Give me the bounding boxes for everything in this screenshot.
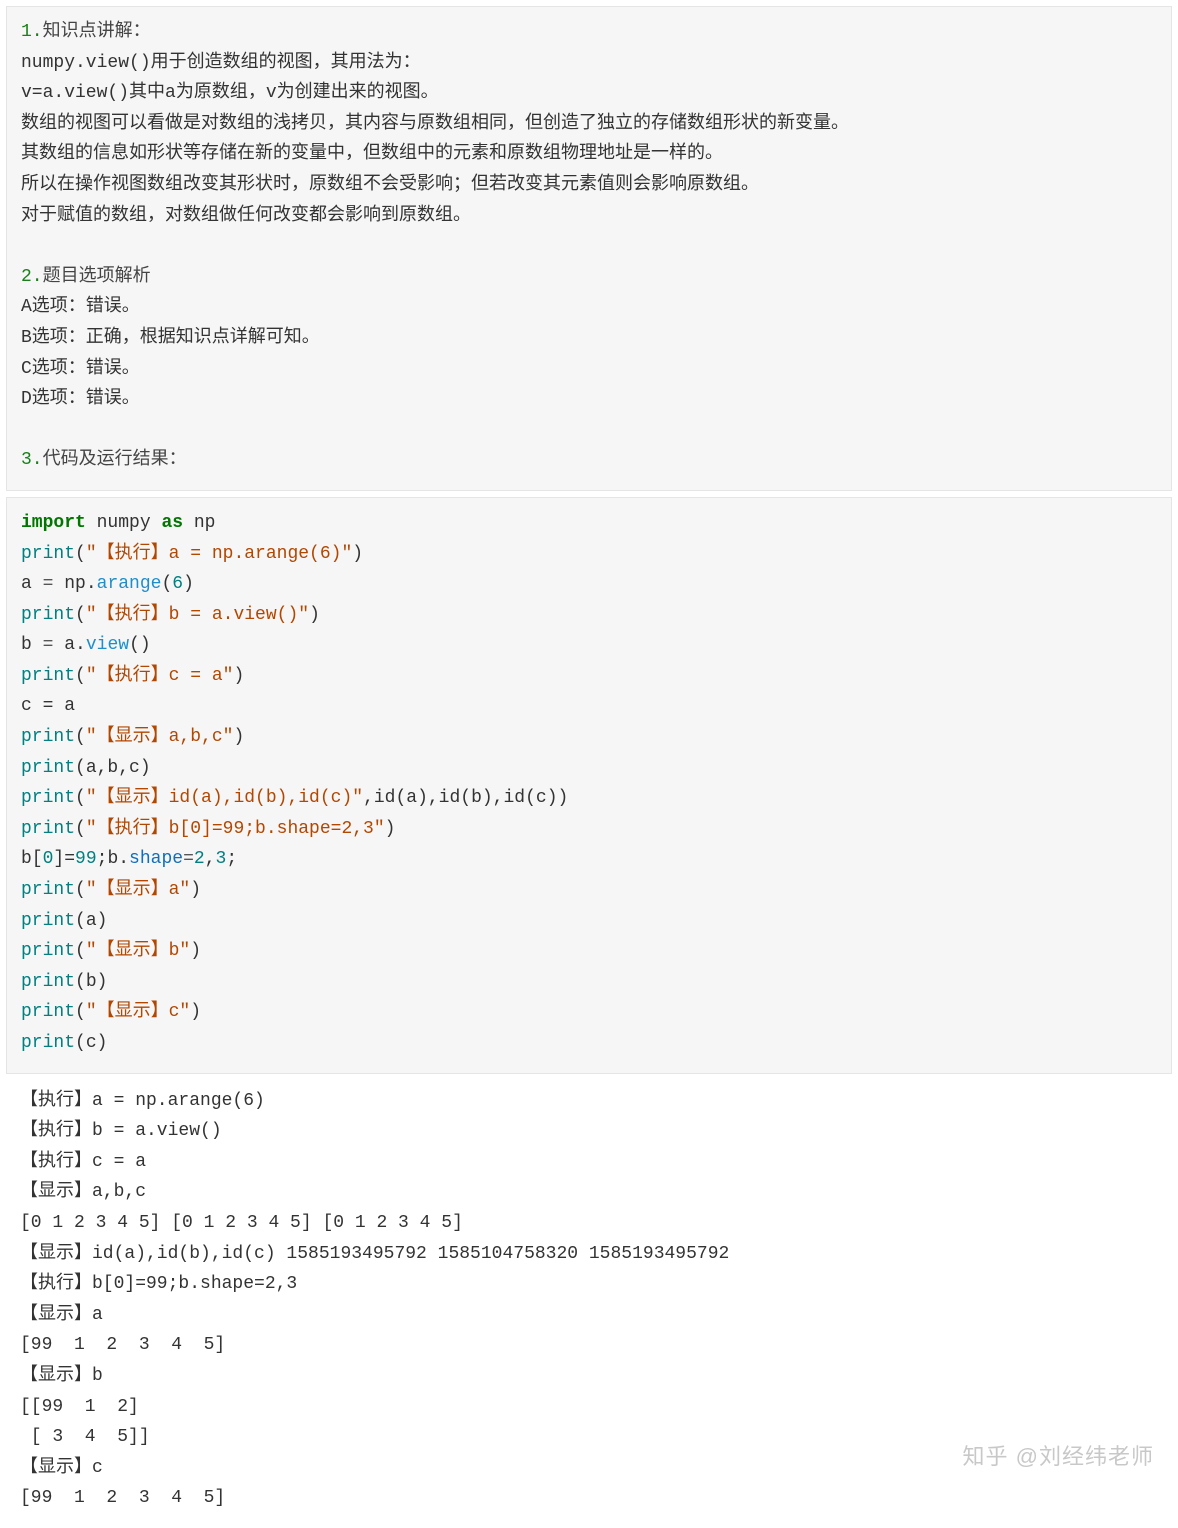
fn-print: print xyxy=(21,911,75,931)
fn-print: print xyxy=(21,788,75,808)
section1-number: 1. xyxy=(21,22,43,42)
output-line: [[99 1 2] xyxy=(20,1397,139,1417)
section1-line: 数组的视图可以看做是对数组的浅拷贝，其内容与原数组相同，但创造了独立的存储数组形… xyxy=(21,114,849,134)
section3-title: 代码及运行结果： xyxy=(43,450,187,470)
output-line: 【执行】b = a.view() xyxy=(20,1121,222,1141)
fn-print: print xyxy=(21,972,75,992)
fn-print: print xyxy=(21,666,75,686)
section2-line: B选项：正确，根据知识点详解可知。 xyxy=(21,328,320,348)
output-line: 【执行】b[0]=99;b.shape=2,3 xyxy=(20,1274,297,1294)
section2-line: C选项：错误。 xyxy=(21,359,140,379)
section2-number: 2. xyxy=(21,267,43,287)
section2-title: 题目选项解析 xyxy=(43,267,151,287)
section1-line: numpy.view()用于创造数组的视图，其用法为： xyxy=(21,53,421,73)
section1-line: 对于赋值的数组，对数组做任何改变都会影响到原数组。 xyxy=(21,206,471,226)
kw-import: import xyxy=(21,513,86,533)
fn-print: print xyxy=(21,1002,75,1022)
fn-print: print xyxy=(21,605,75,625)
fn-print: print xyxy=(21,544,75,564)
output-line: 【显示】a xyxy=(20,1305,103,1325)
fn-print: print xyxy=(21,819,75,839)
output-line: 【显示】id(a),id(b),id(c) 1585193495792 1585… xyxy=(20,1244,729,1264)
section1-title: 知识点讲解： xyxy=(43,22,151,42)
output-box: 【执行】a = np.arange(6) 【执行】b = a.view() 【执… xyxy=(6,1080,1172,1528)
code-box: import numpy as np print("【执行】a = np.ara… xyxy=(6,497,1172,1074)
section3-number: 3. xyxy=(21,450,43,470)
output-line: 【显示】a,b,c xyxy=(20,1182,146,1202)
fn-print: print xyxy=(21,727,75,747)
output-line: [ 3 4 5]] xyxy=(20,1427,150,1447)
section1-line: 所以在操作视图数组改变其形状时，原数组不会受影响；但若改变其元素值则会影响原数组… xyxy=(21,175,759,195)
output-line: [99 1 2 3 4 5] xyxy=(20,1335,225,1355)
output-line: 【显示】b xyxy=(20,1366,103,1386)
output-line: 【执行】a = np.arange(6) xyxy=(20,1091,265,1111)
section1-line: 其数组的信息如形状等存储在新的变量中，但数组中的元素和原数组物理地址是一样的。 xyxy=(21,144,723,164)
explanation-box: 1.知识点讲解： numpy.view()用于创造数组的视图，其用法为： v=a… xyxy=(6,6,1172,491)
output-line: 【显示】c xyxy=(20,1458,103,1478)
section1-line: v=a.view()其中a为原数组，v为创建出来的视图。 xyxy=(21,83,439,103)
fn-print: print xyxy=(21,880,75,900)
section2-line: D选项：错误。 xyxy=(21,389,140,409)
output-line: [99 1 2 3 4 5] xyxy=(20,1488,225,1508)
kw-as: as xyxy=(161,513,183,533)
fn-print: print xyxy=(21,758,75,778)
fn-print: print xyxy=(21,1033,75,1053)
section2-line: A选项：错误。 xyxy=(21,297,140,317)
fn-print: print xyxy=(21,941,75,961)
output-line: [0 1 2 3 4 5] [0 1 2 3 4 5] [0 1 2 3 4 5… xyxy=(20,1213,463,1233)
output-line: 【执行】c = a xyxy=(20,1152,146,1172)
